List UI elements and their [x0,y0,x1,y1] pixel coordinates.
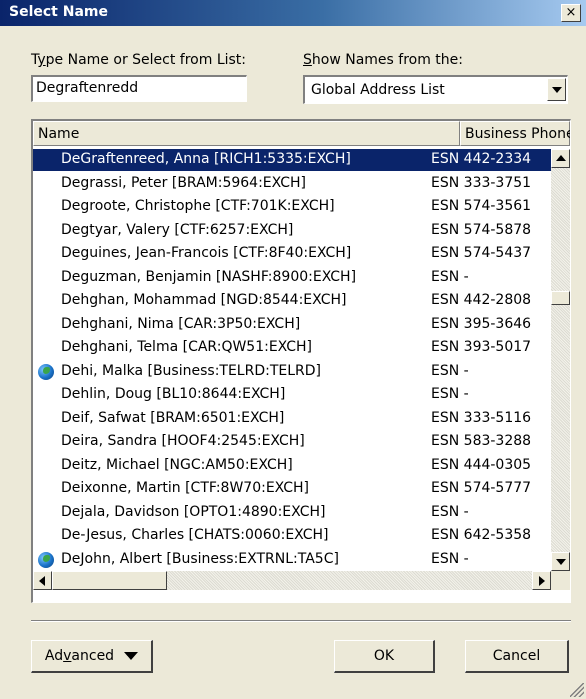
vertical-scrollbar[interactable] [551,149,570,571]
list-item-name: Dehghan, Mohammad [NGD:8544:EXCH] [61,292,347,308]
type-name-label: Type Name or Select from List: [31,52,247,68]
list-item-phone: ESN 574-5878 [431,221,532,238]
list-item[interactable]: Dehghani, Telma [CAR:QW51:EXCH] ESN 393-5… [33,337,551,359]
list-item-name: Deixonne, Martin [CTF:8W70:EXCH] [61,480,310,496]
list-item-phone: ESN 583-3288 [431,433,532,449]
names-list[interactable]: Name Business Phone DeGraftenreed, Anna … [31,119,571,603]
list-item[interactable]: Dehghan, Mohammad [NGD:8544:EXCH] ESN 442… [33,290,551,312]
close-button[interactable]: × [561,4,581,22]
scroll-right-button[interactable] [532,571,551,590]
horizontal-scrollbar[interactable] [33,571,551,590]
list-item-name: Degroote, Christophe [CTF:701K:EXCH] [61,198,335,214]
scroll-down-button[interactable] [551,552,570,571]
vertical-scroll-thumb[interactable] [551,291,570,305]
list-item[interactable]: De-Jesus, Charles [CHATS:0060:EXCH] ESN 6… [33,525,551,547]
list-item-phone: ESN 642-5358 [431,527,532,543]
type-name-input[interactable]: Degraftenredd [31,75,247,102]
address-list-dropdown[interactable]: Global Address List [303,75,568,104]
list-item-name: Deguzman, Benjamin [NASHF:8900:EXCH] [61,268,357,285]
list-item-phone: ESN - [431,550,469,567]
list-item[interactable]: Deguines, Jean-Francois [CTF:8F40:EXCH] E… [33,243,551,265]
dropdown-arrow-button[interactable] [547,78,566,101]
list-item[interactable]: Deixonne, Martin [CTF:8W70:EXCH] ESN 574-… [33,478,551,500]
address-list-selected: Global Address List [311,82,445,98]
chevron-down-icon [124,652,139,660]
list-item-phone: ESN 574-5437 [431,245,532,261]
list-item-phone: ESN - [431,503,469,520]
list-item-name: Degtyar, Valery [CTF:6257:EXCH] [61,221,294,238]
list-item-name: Deira, Sandra [HOOF4:2545:EXCH] [61,433,305,449]
list-item-phone: ESN 395-3646 [431,315,532,332]
scroll-left-button[interactable] [33,571,52,590]
list-item-name: Dejala, Davidson [OPTO1:4890:EXCH] [61,503,326,520]
horizontal-scroll-thumb[interactable] [52,571,167,590]
cancel-button[interactable]: Cancel [465,640,569,673]
list-item-name: Degrassi, Peter [BRAM:5964:EXCH] [61,174,306,191]
list-item-name: Deif, Safwat [BRAM:6501:EXCH] [61,409,285,426]
list-item-name: Dehghani, Telma [CAR:QW51:EXCH] [61,339,313,355]
list-item[interactable]: Dehghani, Nima [CAR:3P50:EXCH] ESN 395-36… [33,314,551,336]
resize-grip-icon[interactable] [570,683,584,697]
show-names-label: Show Names from the: [303,52,463,68]
list-item[interactable]: Degroote, Christophe [CTF:701K:EXCH] ESN … [33,196,551,218]
column-header-name[interactable]: Name [33,121,460,146]
list-item[interactable]: Dehi, Malka [Business:TELRD:TELRD] ESN - [33,361,551,383]
globe-icon [38,363,54,380]
list-item[interactable]: Dejala, Davidson [OPTO1:4890:EXCH] ESN - [33,502,551,524]
list-item-name: Deitz, Michael [NGC:AM50:EXCH] [61,456,293,473]
list-item-phone: ESN 442-2334 [431,151,532,167]
list-item-phone: ESN 442-2808 [431,292,532,308]
list-item[interactable]: Degrassi, Peter [BRAM:5964:EXCH] ESN 333-… [33,173,551,195]
list-item[interactable]: DeGraftenreed, Anna [RICH1:5335:EXCH] ESN… [33,149,551,171]
list-item-phone: ESN 574-5777 [431,480,532,496]
separator-line [31,620,571,622]
list-item-phone: ESN - [431,268,469,285]
list-header: Name Business Phone [33,121,570,146]
list-item-name: DeJohn, Albert [Business:EXTRNL:TA5C] [61,550,339,567]
title-bar[interactable]: Select Name × [0,0,586,26]
list-item-phone: ESN 574-3561 [431,198,532,214]
list-item-name: DeGraftenreed, Anna [RICH1:5335:EXCH] [61,151,351,167]
list-item-phone: ESN 333-5116 [431,409,532,426]
list-item-phone: ESN - [431,386,469,402]
list-item[interactable]: Deguzman, Benjamin [NASHF:8900:EXCH] ESN … [33,267,551,289]
list-item-phone: ESN 444-0305 [431,456,532,473]
list-item[interactable]: DeJohn, Albert [Business:EXTRNL:TA5C] ESN… [33,549,551,571]
advanced-button[interactable]: Advanced [31,640,153,673]
list-item-name: Dehi, Malka [Business:TELRD:TELRD] [61,362,321,379]
list-item[interactable]: Dehlin, Doug [BL10:8644:EXCH] ESN - [33,384,551,406]
window-title: Select Name [9,4,108,20]
column-header-business-phone[interactable]: Business Phone [460,121,570,146]
scroll-up-button[interactable] [551,149,570,168]
scrollbar-corner [551,571,570,590]
list-item-phone: ESN 333-3751 [431,174,532,191]
ok-button[interactable]: OK [334,640,435,673]
globe-icon [38,551,54,568]
list-item[interactable]: Degtyar, Valery [CTF:6257:EXCH] ESN 574-5… [33,220,551,242]
list-item[interactable]: Deitz, Michael [NGC:AM50:EXCH] ESN 444-03… [33,455,551,477]
list-item-phone: ESN - [431,362,469,379]
list-item-phone: ESN 393-5017 [431,339,532,355]
list-item[interactable]: Deira, Sandra [HOOF4:2545:EXCH] ESN 583-3… [33,431,551,453]
list-item-name: Dehlin, Doug [BL10:8644:EXCH] [61,386,286,402]
list-item-name: Deguines, Jean-Francois [CTF:8F40:EXCH] [61,245,352,261]
list-item-name: Dehghani, Nima [CAR:3P50:EXCH] [61,315,301,332]
list-item[interactable]: Deif, Safwat [BRAM:6501:EXCH] ESN 333-511… [33,408,551,430]
list-rows: DeGraftenreed, Anna [RICH1:5335:EXCH] ESN… [33,149,551,571]
list-item-name: De-Jesus, Charles [CHATS:0060:EXCH] [61,527,329,543]
